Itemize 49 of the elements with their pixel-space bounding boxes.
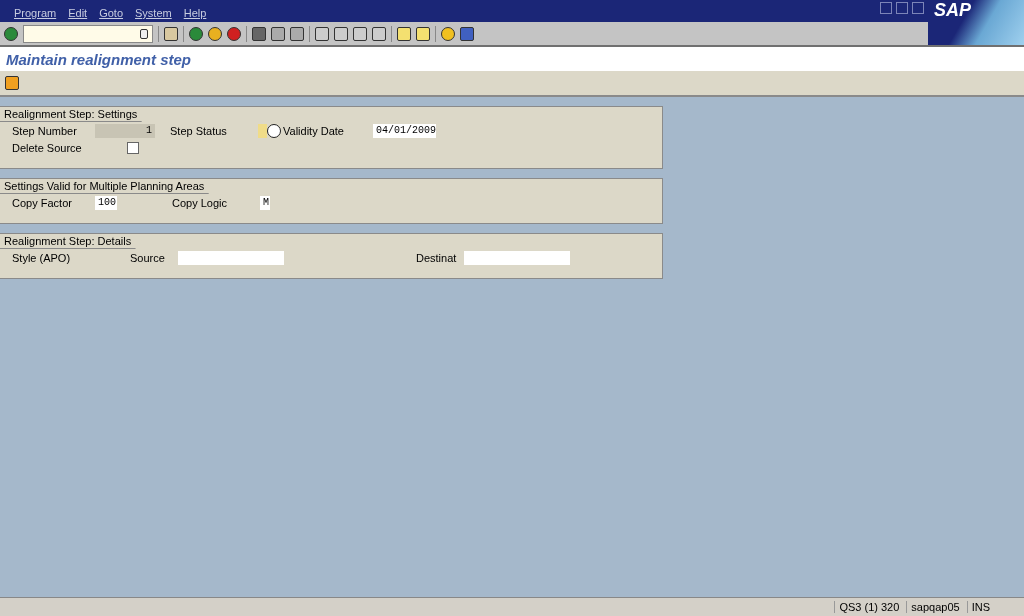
field-label: Step Number bbox=[12, 124, 78, 137]
toolbar-icon[interactable] bbox=[315, 26, 329, 41]
input-field[interactable] bbox=[178, 250, 284, 265]
check-icon[interactable] bbox=[4, 26, 18, 41]
menu-item[interactable]: System bbox=[135, 7, 178, 22]
input-field[interactable]: 04/01/2009 bbox=[373, 123, 436, 138]
toolbar-icon[interactable] bbox=[271, 26, 285, 41]
system-info: QS3 (1) 320 bbox=[834, 601, 904, 613]
toolbar-icon[interactable] bbox=[416, 26, 430, 41]
menu-item[interactable]: Help bbox=[183, 7, 213, 22]
toolbar-icon[interactable] bbox=[290, 26, 304, 41]
checkbox[interactable] bbox=[127, 141, 139, 154]
screen-title: Maintain realignment step bbox=[6, 50, 192, 68]
input-field[interactable]: 100 bbox=[95, 195, 117, 210]
command-field[interactable] bbox=[23, 24, 153, 43]
output-field: 1 bbox=[95, 123, 155, 138]
toolbar-icon[interactable] bbox=[189, 26, 203, 41]
toolbar-icon[interactable] bbox=[227, 26, 241, 41]
field-label: Delete Source bbox=[12, 141, 83, 154]
status-icon[interactable] bbox=[267, 123, 281, 138]
input-mode: INS bbox=[966, 601, 994, 613]
menu-item[interactable]: Goto bbox=[99, 7, 129, 22]
restore-icon[interactable] bbox=[896, 2, 908, 14]
toolbar-icon[interactable] bbox=[353, 26, 367, 41]
toolbar-icon[interactable] bbox=[460, 26, 474, 41]
status-light bbox=[258, 123, 267, 138]
save-icon[interactable] bbox=[5, 76, 19, 90]
toolbar-icon[interactable] bbox=[372, 26, 386, 41]
server-name: sapqap05 bbox=[906, 601, 964, 613]
minimize-icon[interactable] bbox=[880, 2, 892, 14]
field-label: Step Status bbox=[170, 124, 228, 137]
toolbar-icon[interactable] bbox=[441, 26, 455, 41]
field-label: Copy Factor bbox=[12, 196, 73, 209]
toolbar-icon[interactable] bbox=[208, 26, 222, 41]
input-field[interactable] bbox=[464, 250, 570, 265]
close-icon[interactable] bbox=[912, 2, 924, 14]
toolbar-icon[interactable] bbox=[397, 26, 411, 41]
toolbar-icon[interactable] bbox=[334, 26, 348, 41]
menu-item[interactable]: Program bbox=[14, 7, 63, 22]
save-icon[interactable] bbox=[164, 26, 178, 41]
menu-item[interactable]: Edit bbox=[68, 7, 94, 22]
field-label: Validity Date bbox=[283, 124, 345, 137]
field-label: Destinat bbox=[416, 251, 458, 264]
field-label: Copy Logic bbox=[172, 196, 229, 209]
field-label: Style (APO) bbox=[12, 251, 72, 264]
field-label: Source bbox=[130, 251, 166, 264]
logo: SAP bbox=[934, 0, 971, 21]
input-field[interactable]: M bbox=[260, 195, 270, 210]
toolbar-icon[interactable] bbox=[252, 26, 266, 41]
